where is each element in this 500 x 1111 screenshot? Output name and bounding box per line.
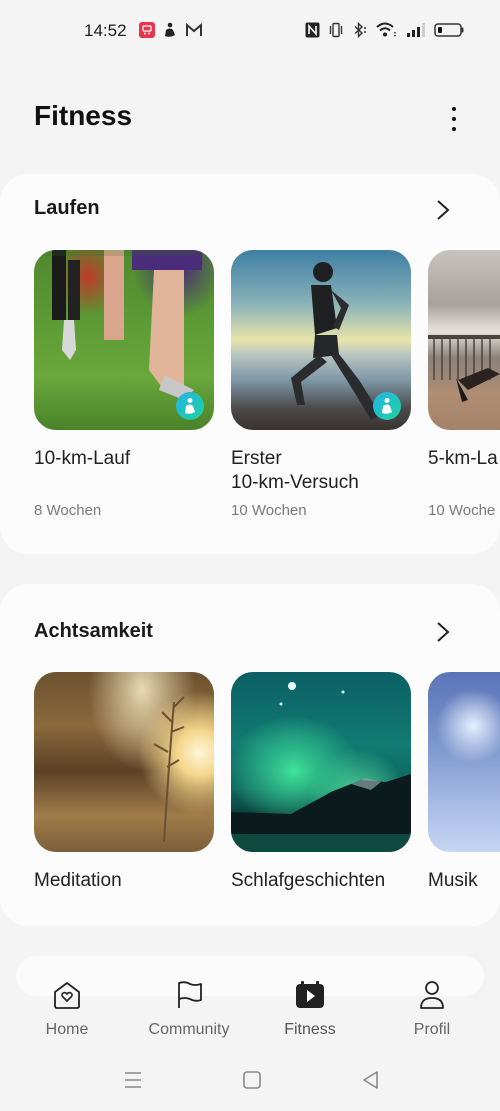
fitness-play-icon <box>294 980 326 1015</box>
program-title-line: Erster <box>231 448 282 469</box>
program-title: 5-km-La <box>428 448 498 469</box>
nav-community[interactable]: Community <box>134 980 244 1039</box>
section-title[interactable]: Achtsamkeit <box>34 620 153 643</box>
program-tile[interactable] <box>231 250 411 430</box>
program-title: 10-km-Lauf <box>34 448 131 469</box>
flag-icon <box>173 980 205 1015</box>
battery-icon <box>434 22 464 38</box>
program-title: Erster 10-km-Versuch <box>231 447 359 495</box>
bluetooth-icon <box>352 22 368 38</box>
person-icon <box>416 980 448 1015</box>
section-achtsamkeit: Achtsamkeit Meditation Schlafgeschichten <box>0 584 500 926</box>
screen: 14:52 Fitness Laufen 10-km-Lauf 8 Wochen… <box>0 0 500 1111</box>
more-vert-icon-dot <box>452 127 456 131</box>
aurora-mountains-image <box>231 682 411 852</box>
program-title-line: 10-km-Versuch <box>231 472 359 493</box>
fitness-badge-icon <box>373 392 401 420</box>
status-bar: 14:52 <box>0 0 500 62</box>
fitness-app-icon <box>163 22 177 38</box>
nav-profil[interactable]: Profil <box>377 980 487 1039</box>
more-vert-icon-dot <box>452 117 456 121</box>
nav-label: Profil <box>413 1021 451 1038</box>
page-title: Fitness <box>34 100 133 131</box>
category-tile[interactable] <box>231 672 411 852</box>
runner-boardwalk-image <box>428 335 500 402</box>
menu-icon[interactable] <box>123 1070 143 1095</box>
system-navigation-bar <box>0 1062 500 1098</box>
more-vert-icon <box>452 107 456 111</box>
category-tile[interactable] <box>34 672 214 852</box>
program-duration: 10 Wochen <box>231 502 307 519</box>
nav-label: Fitness <box>284 1021 336 1038</box>
gmail-icon <box>185 23 203 37</box>
nav-fitness[interactable]: Fitness <box>255 980 365 1039</box>
category-title: Meditation <box>34 870 122 891</box>
status-time: 14:52 <box>84 21 127 40</box>
signal-icon <box>406 22 426 38</box>
back-triangle-icon[interactable] <box>361 1070 381 1095</box>
category-tile[interactable] <box>428 672 500 852</box>
category-title: Schlafgeschichten <box>231 870 386 891</box>
chevron-right-icon[interactable] <box>434 620 452 644</box>
program-duration: 8 Wochen <box>34 502 102 519</box>
section-laufen: Laufen 10-km-Lauf 8 Wochen Erster 10-km-… <box>0 174 500 554</box>
program-tile[interactable] <box>34 250 214 430</box>
vibrate-icon <box>328 22 344 38</box>
home-heart-icon <box>51 980 83 1015</box>
nfc-icon <box>305 22 320 38</box>
home-square-icon[interactable] <box>242 1070 262 1095</box>
category-title: Musik <box>428 870 478 891</box>
nav-label: Community <box>148 1021 230 1038</box>
grass-sunset-image <box>153 696 185 843</box>
fitness-badge-icon <box>176 392 204 420</box>
more-options-button[interactable] <box>442 104 466 134</box>
nav-home[interactable]: Home <box>12 980 122 1039</box>
program-tile[interactable] <box>428 250 500 430</box>
nav-label: Home <box>45 1021 89 1038</box>
bottom-nav: Home Community Fitness Profil <box>0 970 500 1050</box>
screen-record-icon <box>139 22 155 38</box>
chevron-right-icon[interactable] <box>434 198 452 222</box>
section-title[interactable]: Laufen <box>34 197 100 220</box>
wifi-icon <box>376 22 398 38</box>
program-duration: 10 Woche <box>428 502 496 519</box>
